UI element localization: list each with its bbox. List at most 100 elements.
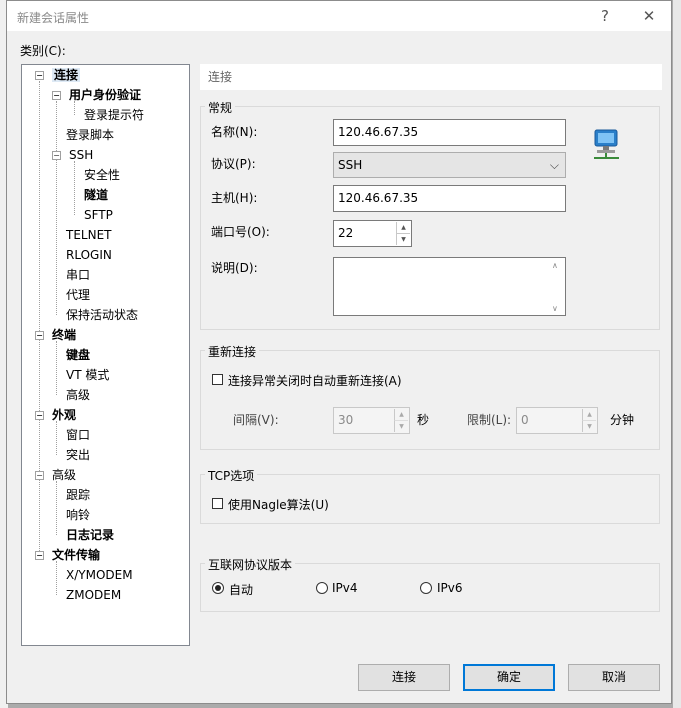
- limit-value: 0: [521, 413, 529, 427]
- tree-item-proxy[interactable]: 代理: [66, 285, 90, 305]
- tree-item-label: 连接: [52, 68, 81, 82]
- name-input[interactable]: 120.46.67.35: [333, 119, 566, 146]
- cancel-button[interactable]: 取消: [568, 664, 660, 691]
- ok-button[interactable]: 确定: [463, 664, 555, 691]
- tcp-group-title: TCP选项: [205, 467, 258, 484]
- tree-guide: [56, 561, 57, 595]
- collapse-icon[interactable]: −: [35, 411, 44, 420]
- tree-item-label: TELNET: [66, 228, 112, 242]
- tree-item-terminal[interactable]: − 终端: [32, 325, 76, 345]
- scroll-up-icon[interactable]: ∧: [552, 261, 558, 270]
- network-computer-icon: [589, 127, 623, 161]
- tree-item-label: 响铃: [66, 508, 91, 522]
- tree-item-ssh[interactable]: − SSH: [49, 145, 93, 165]
- ip-auto-radio[interactable]: [212, 582, 224, 594]
- collapse-icon[interactable]: −: [35, 71, 44, 80]
- tree-item-keyboard[interactable]: 键盘: [66, 345, 90, 365]
- textarea-scrollbar[interactable]: ∧ ∨: [549, 259, 563, 315]
- ipv4-radio[interactable]: [316, 582, 328, 594]
- tree-item-bell[interactable]: 响铃: [66, 505, 90, 525]
- collapse-icon[interactable]: −: [35, 331, 44, 340]
- collapse-icon[interactable]: −: [52, 91, 61, 100]
- tree-item-label: SSH: [69, 148, 94, 162]
- tree-item-logging[interactable]: 日志记录: [66, 525, 114, 545]
- tree-item-terminal-advanced[interactable]: 高级: [66, 385, 90, 405]
- host-input[interactable]: 120.46.67.35: [333, 185, 566, 212]
- spin-up-icon[interactable]: ▲: [396, 222, 410, 234]
- title-bar: 新建会话属性 ? ✕: [7, 1, 671, 31]
- name-label: 名称(N):: [211, 125, 258, 139]
- tree-item-vt-mode[interactable]: VT 模式: [66, 365, 109, 385]
- tree-item-xymodem[interactable]: X/YMODEM: [66, 565, 133, 585]
- interval-value: 30: [338, 413, 354, 427]
- spin-down-icon[interactable]: ▼: [394, 421, 408, 432]
- ip-version-group-title: 互联网协议版本: [205, 556, 296, 573]
- tree-item-serial[interactable]: 串口: [66, 265, 90, 285]
- limit-label: 限制(L):: [467, 413, 512, 427]
- tree-item-keepalive[interactable]: 保持活动状态: [66, 305, 138, 325]
- tree-item-label: 串口: [66, 268, 91, 282]
- tree-item-label: 代理: [66, 288, 91, 302]
- tree-item-label: 突出: [66, 448, 91, 462]
- tree-item-zmodem[interactable]: ZMODEM: [66, 585, 121, 605]
- tree-item-label: RLOGIN: [66, 248, 112, 262]
- auto-reconnect-checkbox[interactable]: [212, 374, 223, 385]
- tree-item-login-script[interactable]: 登录脚本: [66, 125, 114, 145]
- port-stepper[interactable]: 22 ▲ ▼: [333, 220, 412, 247]
- tree-item-file-transfer[interactable]: − 文件传输: [32, 545, 100, 565]
- description-textarea[interactable]: [333, 257, 566, 316]
- tree-guide: [56, 421, 57, 455]
- tree-item-appearance[interactable]: − 外观: [32, 405, 76, 425]
- tree-item-sftp[interactable]: SFTP: [84, 205, 113, 225]
- tree-item-highlight[interactable]: 突出: [66, 445, 90, 465]
- general-group-title: 常规: [205, 99, 236, 116]
- tree-guide: [56, 481, 57, 535]
- collapse-icon[interactable]: −: [35, 551, 44, 560]
- tree-item-rlogin[interactable]: RLOGIN: [66, 245, 112, 265]
- window-title: 新建会话属性: [17, 11, 90, 25]
- category-tree[interactable]: − 连接 − 用户身份验证 登录提示符 登录脚本 − SSH 安全性 隧道 SF…: [21, 64, 190, 646]
- limit-stepper[interactable]: 0 ▲ ▼: [516, 407, 598, 434]
- tree-item-window[interactable]: 窗口: [66, 425, 90, 445]
- ipv6-radio[interactable]: [420, 582, 432, 594]
- tree-item-label: X/YMODEM: [66, 568, 133, 582]
- tree-item-tunnels[interactable]: 隧道: [84, 185, 108, 205]
- description-label: 说明(D):: [211, 261, 258, 275]
- reconnect-group: [200, 350, 660, 450]
- tree-item-label: 跟踪: [66, 488, 91, 502]
- close-button[interactable]: ✕: [635, 5, 663, 27]
- spin-up-icon[interactable]: ▲: [394, 409, 408, 421]
- tree-item-label: 登录提示符: [84, 108, 145, 122]
- tree-item-trace[interactable]: 跟踪: [66, 485, 90, 505]
- spin-up-icon[interactable]: ▲: [582, 409, 596, 421]
- tree-item-auth[interactable]: − 用户身份验证: [49, 85, 141, 105]
- spin-down-icon[interactable]: ▼: [582, 421, 596, 432]
- tree-item-label: 安全性: [84, 168, 121, 182]
- nagle-label[interactable]: 使用Nagle算法(U): [228, 496, 329, 513]
- tree-item-telnet[interactable]: TELNET: [66, 225, 112, 245]
- ip-auto-label[interactable]: 自动: [229, 581, 253, 598]
- collapse-icon[interactable]: −: [35, 471, 44, 480]
- interval-label: 间隔(V):: [233, 413, 279, 427]
- tree-item-label: 日志记录: [66, 528, 115, 542]
- session-properties-dialog: 新建会话属性 ? ✕ 类别(C): − 连接 − 用户身份验证 登录提示符 登录…: [6, 0, 672, 704]
- spin-down-icon[interactable]: ▼: [396, 234, 410, 245]
- connect-button[interactable]: 连接: [358, 664, 450, 691]
- tree-item-login-prompts[interactable]: 登录提示符: [84, 105, 144, 125]
- tree-item-connection[interactable]: − 连接: [32, 65, 81, 85]
- tree-item-security[interactable]: 安全性: [84, 165, 120, 185]
- tree-item-label: ZMODEM: [66, 588, 122, 602]
- interval-stepper[interactable]: 30 ▲ ▼: [333, 407, 410, 434]
- scroll-down-icon[interactable]: ∨: [552, 304, 558, 313]
- protocol-select[interactable]: SSH ⌵: [333, 152, 566, 178]
- ipv6-label[interactable]: IPv6: [437, 581, 463, 595]
- collapse-icon[interactable]: −: [52, 151, 61, 160]
- nagle-checkbox[interactable]: [212, 498, 223, 509]
- ipv4-label[interactable]: IPv4: [332, 581, 358, 595]
- help-button[interactable]: ?: [591, 5, 619, 27]
- tree-item-label: 用户身份验证: [69, 88, 142, 102]
- tree-item-label: 保持活动状态: [66, 308, 139, 322]
- tree-item-advanced[interactable]: − 高级: [32, 465, 76, 485]
- auto-reconnect-label[interactable]: 连接异常关闭时自动重新连接(A): [228, 372, 402, 389]
- protocol-label: 协议(P):: [211, 157, 256, 171]
